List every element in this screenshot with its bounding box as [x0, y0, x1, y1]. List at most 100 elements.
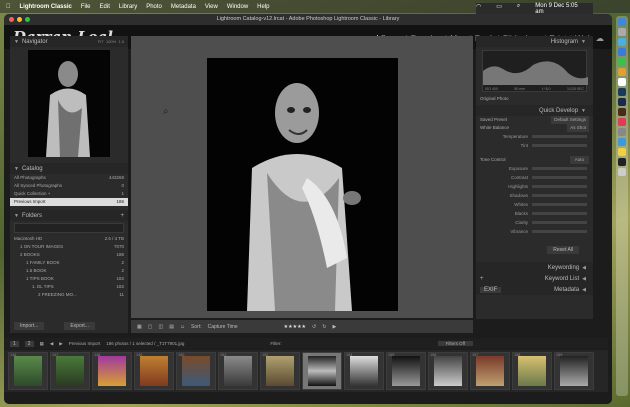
histogram[interactable]: ISO 400 50 mm f / 8.0 1/125 SEC	[482, 50, 588, 92]
calendar-app-icon[interactable]	[618, 78, 626, 86]
trash-icon[interactable]	[618, 168, 626, 176]
filmstrip-thumb[interactable]: 158	[512, 352, 552, 390]
menu-help[interactable]: Help	[257, 4, 269, 10]
filmstrip-thumb[interactable]: 149	[134, 352, 174, 390]
zoom-100[interactable]: 100%	[106, 39, 116, 44]
filmstrip-thumb[interactable]: 157	[470, 352, 510, 390]
terminal-app-icon[interactable]	[618, 158, 626, 166]
compare-view-icon[interactable]: ◫	[158, 324, 163, 330]
folder-row[interactable]: 1 FAMILY BOOK 2	[10, 259, 128, 267]
folder-row[interactable]: 2 FREEZING MO... 11	[10, 291, 128, 299]
catalog-item-selected[interactable]: Previous Import 186	[10, 198, 128, 206]
launchpad-app-icon[interactable]	[618, 28, 626, 36]
filmstrip-thumb[interactable]: 155	[386, 352, 426, 390]
mail-app-icon[interactable]	[618, 48, 626, 56]
finder-app-icon[interactable]	[618, 18, 626, 26]
metadata-preset[interactable]: EXIF	[480, 286, 502, 293]
add-folder-icon[interactable]: +	[120, 213, 124, 219]
folder-row[interactable]: 1.5 BOOK 2	[10, 267, 128, 275]
sort-select[interactable]: Capture Time	[208, 324, 238, 330]
page-2-button[interactable]: 2	[24, 340, 34, 347]
lightroom-app-icon[interactable]	[618, 88, 626, 96]
filmstrip-source[interactable]: Previous Import	[69, 341, 101, 346]
temperature-slider[interactable]: Temperature	[476, 132, 593, 141]
filmstrip-thumb[interactable]: 156	[428, 352, 468, 390]
settings-app-icon[interactable]	[618, 128, 626, 136]
music-app-icon[interactable]	[618, 118, 626, 126]
menu-view[interactable]: View	[205, 4, 218, 10]
filmstrip-thumb[interactable]: 159	[554, 352, 594, 390]
survey-view-icon[interactable]: ▤	[169, 324, 174, 330]
menu-photo[interactable]: Photo	[146, 4, 162, 10]
filmstrip-thumb-selected[interactable]: 153	[302, 352, 342, 390]
close-window-button[interactable]	[9, 17, 14, 22]
rotate-right-icon[interactable]: ↻	[322, 324, 326, 330]
grid-view-icon[interactable]: ▦	[137, 324, 142, 330]
menu-window[interactable]: Window	[227, 4, 248, 10]
photoshop-app-icon[interactable]	[618, 98, 626, 106]
minimize-window-button[interactable]	[17, 17, 22, 22]
menu-file[interactable]: File	[81, 4, 91, 10]
folder-row[interactable]: 1 ON TOUR IMAGES 7070	[10, 243, 128, 251]
folders-header[interactable]: ▼ Folders +	[10, 210, 128, 221]
apple-icon[interactable]: 	[6, 4, 11, 10]
filters-select[interactable]: Filters Off	[437, 341, 474, 346]
volume-row[interactable]: Macintosh HD 2.6 / 4 TB	[10, 235, 128, 243]
quick-develop-header[interactable]: Quick Develop ▼	[476, 105, 593, 116]
folder-row[interactable]: 1 TIPS BOOK 182	[10, 275, 128, 283]
folder-row[interactable]: 2 BOOKS 186	[10, 251, 128, 259]
histogram-header[interactable]: Histogram ▼	[476, 36, 593, 47]
filmstrip-thumb[interactable]: 150	[176, 352, 216, 390]
catalog-item[interactable]: All Photographs 443268	[10, 174, 128, 182]
people-view-icon[interactable]: ☺	[180, 324, 185, 330]
cloud-icon[interactable]: ☁	[596, 33, 605, 44]
menu-library[interactable]: Library	[119, 4, 137, 10]
menu-edit[interactable]: Edit	[100, 4, 110, 10]
vibrance-slider[interactable]: Vibrance	[476, 227, 593, 236]
loupe-view-icon[interactable]: ▢	[148, 324, 153, 330]
keywording-header[interactable]: Keywording ◀	[476, 262, 593, 273]
loupe-view[interactable]: ⌕	[131, 36, 473, 318]
rotate-left-icon[interactable]: ↺	[312, 324, 316, 330]
original-photo-toggle[interactable]: Original Photo	[476, 95, 593, 103]
slideshow-play-icon[interactable]: ▶	[332, 324, 336, 330]
menu-app-name[interactable]: Lightroom Classic	[20, 4, 72, 10]
keyword-list-header[interactable]: + Keyword List ◀	[476, 273, 593, 284]
filmstrip-thumb[interactable]: 147	[50, 352, 90, 390]
page-1-button[interactable]: 1	[10, 340, 19, 347]
filmstrip-thumb[interactable]: 146	[8, 352, 48, 390]
safari-app-icon[interactable]	[618, 38, 626, 46]
exposure-slider[interactable]: Exposure	[476, 164, 593, 173]
folder-row[interactable]: 1. DL TIPS 182	[10, 283, 128, 291]
rating-stars[interactable]: ★★★★★	[284, 324, 306, 330]
zoom-ratio[interactable]: 1:3	[118, 39, 124, 44]
filmstrip-thumb[interactable]: 152	[260, 352, 300, 390]
app-store-icon[interactable]	[618, 138, 626, 146]
main-photo[interactable]	[207, 58, 398, 311]
photos-app-icon[interactable]	[618, 68, 626, 76]
filmstrip-thumb[interactable]: 154	[344, 352, 384, 390]
catalog-header[interactable]: ▼ Catalog	[10, 163, 128, 174]
zoom-window-button[interactable]	[25, 17, 30, 22]
messages-app-icon[interactable]	[618, 58, 626, 66]
grid-icon[interactable]: ▦	[40, 341, 44, 347]
bridge-app-icon[interactable]	[618, 108, 626, 116]
shadows-slider[interactable]: Shadows	[476, 191, 593, 200]
filmstrip-thumb[interactable]: 151	[218, 352, 258, 390]
export-button[interactable]: Export...	[64, 322, 95, 330]
tint-slider[interactable]: Tint	[476, 141, 593, 150]
metadata-header[interactable]: EXIF Metadata ◀	[476, 284, 593, 295]
catalog-item[interactable]: All Synced Photographs 0	[10, 182, 128, 190]
filmstrip-thumb[interactable]: 148	[92, 352, 132, 390]
forward-arrow-icon[interactable]: ▶	[59, 341, 62, 347]
clarity-slider[interactable]: Clarity	[476, 218, 593, 227]
add-keyword-icon[interactable]: +	[480, 276, 484, 282]
tone-control-row[interactable]: Tone Control Auto	[476, 156, 593, 164]
catalog-item[interactable]: Quick Collection +1	[10, 190, 128, 198]
folder-search-input[interactable]	[14, 223, 124, 233]
navigator-header[interactable]: ▼ Navigator FIT 100% 1:3	[10, 36, 128, 47]
menu-metadata[interactable]: Metadata	[171, 4, 196, 10]
zoom-fit[interactable]: FIT	[98, 39, 104, 44]
contrast-slider[interactable]: Contrast	[476, 173, 593, 182]
white-balance-row[interactable]: White Balance As Shot	[476, 124, 593, 132]
